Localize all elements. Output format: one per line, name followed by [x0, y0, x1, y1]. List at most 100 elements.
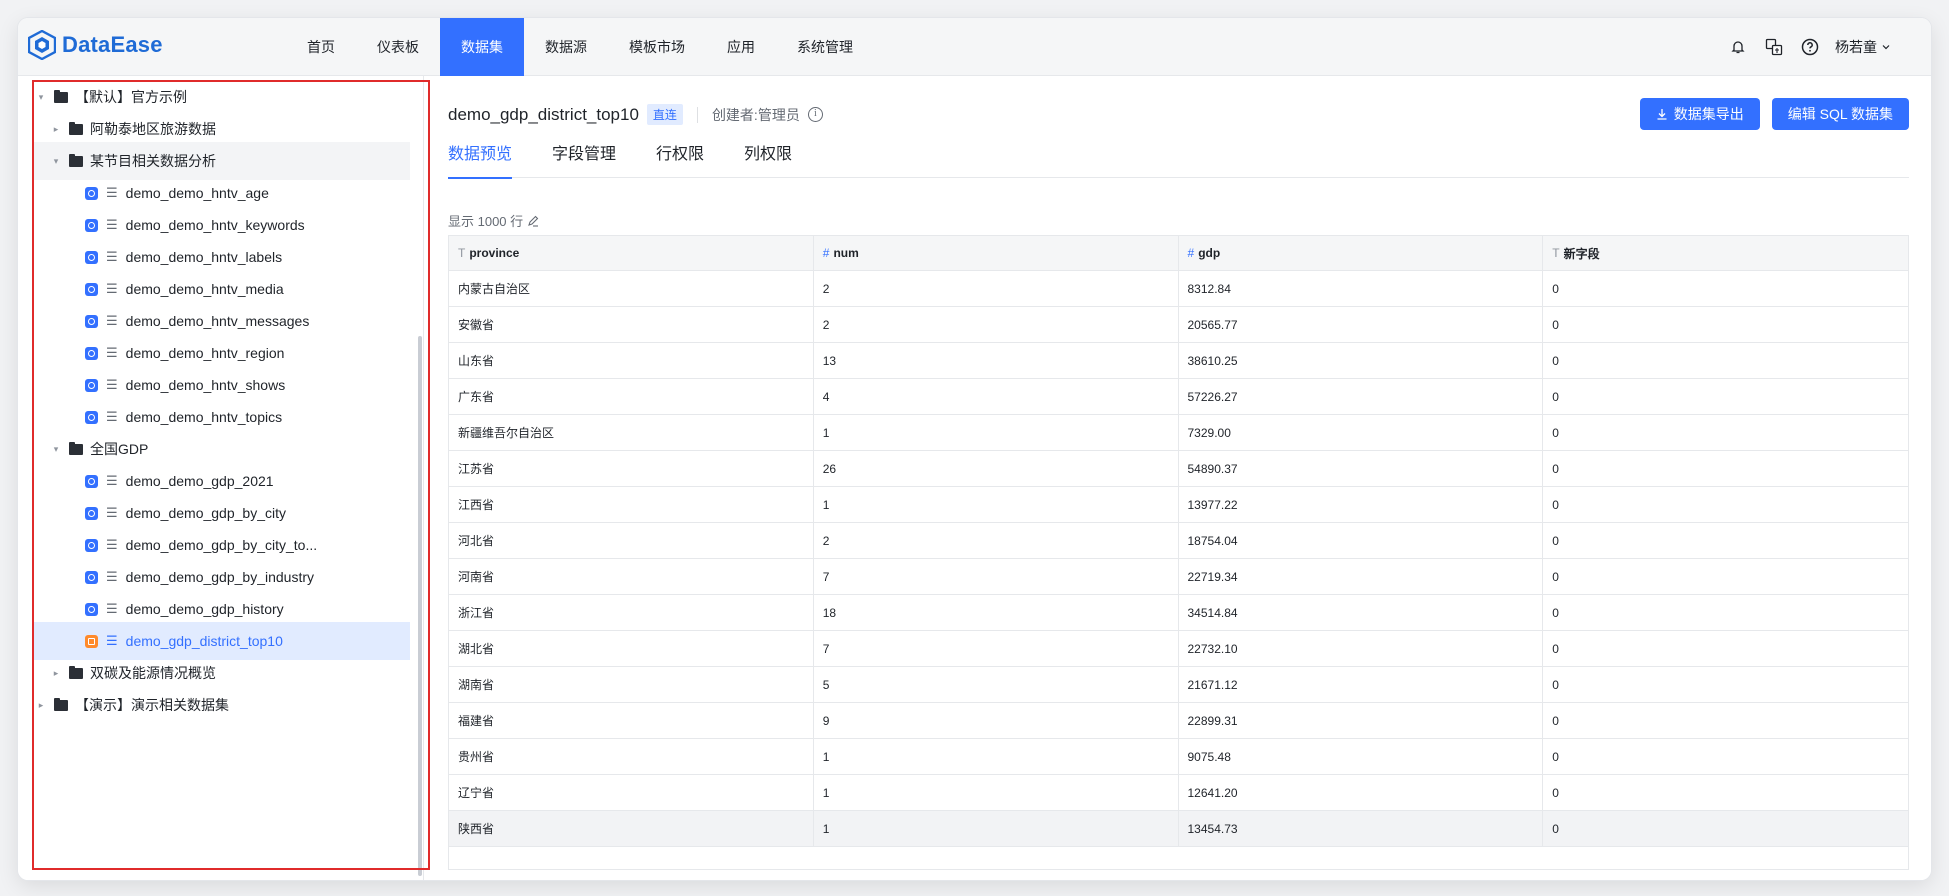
folder-icon [54, 89, 68, 103]
table-row[interactable]: 广东省 4 57226.27 0 [449, 379, 1908, 415]
column-header[interactable]: Tprovince [449, 236, 814, 270]
nav-item[interactable]: 首页 [286, 18, 356, 76]
table-cell: 22719.34 [1179, 559, 1544, 594]
tree-item-label: 双碳及能源情况概览 [90, 665, 216, 681]
table-cell: 34514.84 [1179, 595, 1544, 630]
nav-item[interactable]: 仪表板 [356, 18, 440, 76]
tab[interactable]: 列权限 [744, 142, 792, 178]
table-row[interactable]: 湖北省 7 22732.10 0 [449, 631, 1908, 667]
dataset-title: demo_gdp_district_top10 [448, 104, 639, 124]
table-row[interactable]: 辽宁省 1 12641.20 0 [449, 775, 1908, 811]
table-cell: 0 [1552, 281, 1559, 296]
sidebar-scrollbar[interactable] [418, 336, 422, 876]
table-cell: 0 [1552, 641, 1559, 656]
caret-down-icon[interactable]: ▾ [49, 444, 63, 455]
table-cell: 0 [1552, 713, 1559, 728]
user-name: 杨若童 [1835, 39, 1877, 55]
table-cell: 0 [1552, 497, 1559, 512]
column-header[interactable]: # gdp [1179, 236, 1544, 270]
user-menu[interactable]: 杨若童 [1835, 37, 1891, 57]
tab[interactable]: 字段管理 [552, 142, 616, 178]
table-cell: 4 [814, 379, 1179, 414]
tree-item-label: demo_gdp_district_top10 [125, 633, 283, 649]
app-name: DataEase [62, 32, 163, 57]
table-row[interactable]: 福建省 9 22899.31 0 [449, 703, 1908, 739]
nav-item[interactable]: 应用 [706, 18, 776, 76]
table-cell: 12641.20 [1179, 775, 1544, 810]
sql-dataset-icon: ☰ [106, 601, 118, 616]
table-cell: 湖北省 [449, 631, 814, 666]
sql-dataset-icon: ☰ [106, 633, 118, 648]
column-name: num [833, 246, 859, 260]
top-navigation-bar: DataEase 首页 仪表板 数据集 数据源 模板市场 应用 系统管理 杨若童 [18, 18, 1931, 76]
nav-item[interactable]: 数据集 [440, 18, 524, 76]
folder-icon [69, 153, 83, 167]
caret-down-icon[interactable]: ▾ [34, 92, 48, 103]
tab[interactable]: 行权限 [656, 142, 704, 178]
sql-dataset-icon: ☰ [106, 313, 118, 328]
tree-item-label: 某节目相关数据分析 [90, 153, 216, 169]
caret-down-icon[interactable]: ▾ [49, 156, 63, 167]
table-row[interactable]: 贵州省 1 9075.48 0 [449, 739, 1908, 775]
table-row[interactable]: 内蒙古自治区 2 8312.84 0 [449, 271, 1908, 307]
dataset-icon [85, 602, 98, 616]
table-cell: 8312.84 [1179, 271, 1544, 306]
table-cell: 江西省 [449, 487, 814, 522]
tree-item-label: demo_demo_gdp_by_industry [125, 569, 315, 585]
folder-icon [54, 697, 68, 711]
table-row[interactable]: 河北省 2 18754.04 0 [449, 523, 1908, 559]
creator-label: 创建者:管理员 [711, 106, 800, 123]
table-row[interactable]: 新疆维吾尔自治区 1 7329.00 0 [449, 415, 1908, 451]
download-icon [1657, 109, 1667, 120]
table-row[interactable]: 浙江省 18 34514.84 0 [449, 595, 1908, 631]
sql-dataset-icon: ☰ [106, 217, 118, 232]
table-row[interactable]: 陕西省 1 13454.73 0 [449, 811, 1908, 847]
table-cell: 0 [1552, 749, 1559, 764]
tab[interactable]: 数据预览 [448, 142, 513, 179]
table-cell: 20565.77 [1179, 307, 1544, 342]
dataset-icon [85, 378, 98, 392]
nav-item[interactable]: 数据源 [524, 18, 608, 76]
export-dataset-button[interactable]: 数据集导出 [1639, 98, 1760, 130]
table-row[interactable]: 河南省 7 22719.34 0 [449, 559, 1908, 595]
nav-item[interactable]: 模板市场 [608, 18, 706, 76]
table-cell: 13 [814, 343, 1179, 378]
tree-item-label: demo_demo_hntv_media [125, 281, 284, 297]
app-logo[interactable]: DataEase [28, 30, 163, 60]
nav-item[interactable]: 系统管理 [776, 18, 874, 76]
table-row[interactable]: 山东省 13 38610.25 0 [449, 343, 1908, 379]
table-cell: 0 [1552, 533, 1559, 548]
info-icon[interactable]: i [807, 107, 823, 122]
dataset-icon [85, 410, 98, 424]
tree-item-label: demo_demo_gdp_history [125, 601, 284, 617]
edit-sql-dataset-button[interactable]: 编辑 SQL 数据集 [1771, 98, 1909, 130]
folder-icon [69, 441, 83, 455]
table-cell: 38610.25 [1179, 343, 1544, 378]
table-cell: 0 [1552, 677, 1559, 692]
main-nav: 首页 仪表板 数据集 数据源 模板市场 应用 系统管理 [286, 18, 874, 76]
table-cell: 21671.12 [1179, 667, 1544, 702]
column-header[interactable]: T 新字段 [1543, 236, 1908, 270]
caret-right-icon[interactable]: ▸ [34, 700, 48, 711]
table-row[interactable]: 安徽省 2 20565.77 0 [449, 307, 1908, 343]
column-header[interactable]: # num [814, 236, 1179, 270]
tree-item-label: demo_demo_hntv_messages [125, 313, 310, 329]
table-cell: 安徽省 [449, 307, 814, 342]
table-row[interactable]: 湖南省 5 21671.12 0 [449, 667, 1908, 703]
table-cell: 22732.10 [1179, 631, 1544, 666]
row-count-setting[interactable]: 显示 1000 行 [448, 211, 539, 230]
caret-right-icon[interactable]: ▸ [49, 124, 63, 135]
edit-icon[interactable] [527, 215, 539, 227]
help-icon[interactable] [1799, 36, 1821, 58]
detail-tabs: 数据预览 字段管理 行权限 列权限 [448, 142, 1909, 179]
number-type-icon: # [1187, 246, 1195, 260]
caret-right-icon[interactable]: ▸ [49, 668, 63, 679]
tree-folder[interactable]: ▸ 【演示】演示相关数据集 [34, 686, 410, 724]
table-cell: 57226.27 [1179, 379, 1544, 414]
bell-icon[interactable] [1727, 36, 1749, 58]
language-icon[interactable] [1763, 36, 1785, 58]
table-row[interactable]: 江苏省 26 54890.37 0 [449, 451, 1908, 487]
table-cell: 1 [814, 775, 1179, 810]
table-row[interactable]: 江西省 1 13977.22 0 [449, 487, 1908, 523]
sql-dataset-icon: ☰ [106, 505, 118, 520]
